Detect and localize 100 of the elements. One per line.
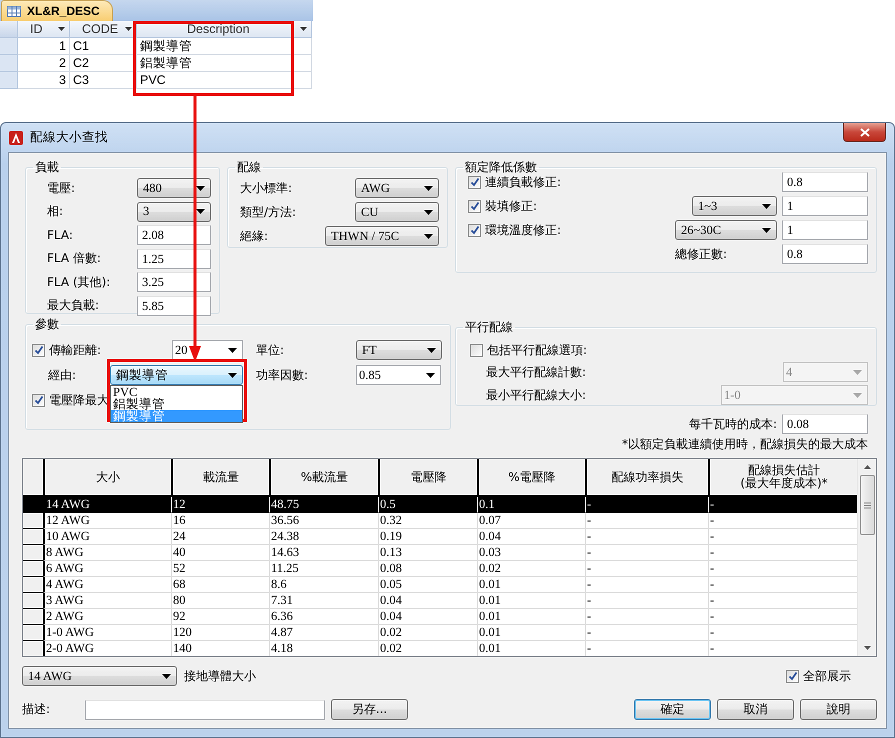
dropdown[interactable]: 14 AWG xyxy=(22,666,177,686)
table-row[interactable]: 4 AWG 68 8.6 0.05 0.01 - - xyxy=(23,577,858,593)
close-icon xyxy=(860,128,870,136)
table-cell: 8.6 xyxy=(269,577,378,593)
table-cell: 0.19 xyxy=(378,529,477,545)
dialog-button[interactable]: 取消 xyxy=(717,699,794,720)
text-field[interactable]: 5.85 xyxy=(137,296,211,316)
table-cell: - xyxy=(585,641,708,656)
dropdown[interactable]: AWG xyxy=(355,178,439,198)
table-cell: 16 xyxy=(171,513,269,529)
table-cell: 1 xyxy=(18,38,70,55)
column-header[interactable]: %載流量 xyxy=(269,459,378,497)
checkbox[interactable] xyxy=(32,344,45,356)
text-field[interactable]: 0.8 xyxy=(782,244,868,264)
table-row[interactable]: 1-0 AWG 120 4.87 0.02 0.01 - - xyxy=(23,625,858,641)
field-label: 接地導體大小 xyxy=(184,668,256,684)
table-cell: 2 xyxy=(18,55,70,72)
table-cell: 6 AWG xyxy=(43,561,171,577)
app-icon xyxy=(9,130,23,144)
caret-icon xyxy=(424,186,433,190)
table-row[interactable]: 8 AWG 40 14.63 0.13 0.03 - - xyxy=(23,545,858,561)
column-header[interactable]: 載流量 xyxy=(171,459,269,497)
caret-icon xyxy=(162,674,171,678)
dialog-button[interactable]: 說明 xyxy=(800,699,877,720)
checkbox-label: 全部展示 xyxy=(803,668,851,684)
table-cell: 4.87 xyxy=(269,625,378,641)
column-header[interactable]: CODE xyxy=(70,21,137,38)
table-cell: - xyxy=(585,609,708,625)
column-header[interactable]: 電壓降 xyxy=(378,459,477,497)
caret-icon xyxy=(762,228,771,232)
table-cell: 92 xyxy=(171,609,269,625)
dropdown[interactable]: CU xyxy=(355,202,439,222)
column-header[interactable]: 配線損失估計 (最大年度成本)* xyxy=(708,459,858,497)
save-button[interactable]: 另存... xyxy=(331,699,408,720)
checkbox[interactable] xyxy=(786,670,799,682)
table-cell: - xyxy=(585,593,708,609)
text-field[interactable]: 1 xyxy=(782,220,868,240)
checkbox-label: 裝填修正: xyxy=(485,198,538,214)
text-field[interactable]: 0.8 xyxy=(782,172,868,192)
close-button[interactable] xyxy=(843,123,886,142)
table-cell: - xyxy=(585,577,708,593)
table-tab[interactable]: XL&R_DESC xyxy=(1,0,113,21)
field-label: 功率因數: xyxy=(256,366,310,384)
checkbox[interactable] xyxy=(32,394,45,406)
checkbox-label: 傳輸距離: xyxy=(49,342,102,358)
table-cell: 0.04 xyxy=(378,593,477,609)
dialog-button[interactable]: 確定 xyxy=(634,699,711,720)
table-cell: 1-0 AWG xyxy=(43,625,171,641)
checkbox[interactable] xyxy=(468,200,481,212)
dropdown[interactable]: 鋼製導管 xyxy=(110,365,243,385)
dropdown[interactable]: 0.85 xyxy=(356,365,441,385)
table-row[interactable]: 2-0 AWG 140 4.18 0.02 0.01 - - xyxy=(23,641,858,656)
text-field[interactable] xyxy=(85,700,325,720)
column-header[interactable]: ID xyxy=(18,21,70,38)
dropdown-arrow-icon[interactable] xyxy=(300,27,307,31)
dropdown-option[interactable]: 鋁製導管 xyxy=(111,398,242,410)
scroll-down-icon[interactable] xyxy=(864,646,870,650)
table-row[interactable]: 12 AWG 16 36.56 0.32 0.07 - - xyxy=(23,513,858,529)
table-cell: - xyxy=(585,529,708,545)
group-title: 負載 xyxy=(34,159,60,176)
dropdown[interactable]: 1~3 xyxy=(692,196,777,216)
table-cell: 4 AWG xyxy=(43,577,171,593)
checkbox-label: 包括平行配線選項: xyxy=(487,342,588,359)
scroll-up-icon[interactable] xyxy=(864,465,870,469)
text-field[interactable]: 3.25 xyxy=(137,272,211,292)
dropdown[interactable]: FT xyxy=(356,340,442,360)
checkbox[interactable] xyxy=(468,176,481,188)
scrollbar[interactable] xyxy=(857,459,876,656)
caret-icon xyxy=(762,204,771,208)
dropdown-option[interactable]: PVC xyxy=(111,386,242,398)
column-header[interactable]: 大小 xyxy=(43,459,171,497)
column-header[interactable]: 配線功率損失 xyxy=(585,459,708,497)
table-cell: 52 xyxy=(171,561,269,577)
table-cell: 0.01 xyxy=(477,625,585,641)
checkbox[interactable] xyxy=(470,344,483,357)
dropdown-arrow-icon[interactable] xyxy=(125,27,132,31)
dropdown[interactable]: THWN / 75C xyxy=(325,226,439,246)
table-cell: 鋼製導管 xyxy=(137,38,312,55)
dropdown[interactable]: 480 xyxy=(137,178,211,198)
field-label: FLA: xyxy=(47,228,74,242)
scroll-thumb[interactable] xyxy=(860,475,874,535)
text-field[interactable]: 2.08 xyxy=(137,225,211,245)
table-cell: 40 xyxy=(171,545,269,561)
text-field[interactable]: 1.25 xyxy=(137,248,211,268)
table-cell: 0.02 xyxy=(378,641,477,656)
checkbox[interactable] xyxy=(468,224,481,236)
text-field[interactable]: 0.08 xyxy=(782,414,868,434)
grip-icon xyxy=(864,502,870,508)
text-field[interactable]: 1 xyxy=(782,196,868,216)
column-header[interactable]: %電壓降 xyxy=(477,459,585,497)
dropdown-arrow-icon[interactable] xyxy=(58,27,65,31)
table-row[interactable]: 2 AWG 92 6.36 0.04 0.01 - - xyxy=(23,609,858,625)
table-row[interactable]: 10 AWG 24 24.38 0.19 0.04 - - xyxy=(23,529,858,545)
table-row[interactable]: 3 AWG 80 7.31 0.04 0.01 - - xyxy=(23,593,858,609)
table-cell: 48.75 xyxy=(269,497,378,513)
caret-icon xyxy=(853,370,862,374)
table-row[interactable]: 6 AWG 52 11.25 0.08 0.02 - - xyxy=(23,561,858,577)
field-label: 最大負載: xyxy=(47,297,100,314)
dropdown[interactable]: 3 xyxy=(137,202,211,222)
dropdown[interactable]: 26~30C xyxy=(675,220,777,240)
